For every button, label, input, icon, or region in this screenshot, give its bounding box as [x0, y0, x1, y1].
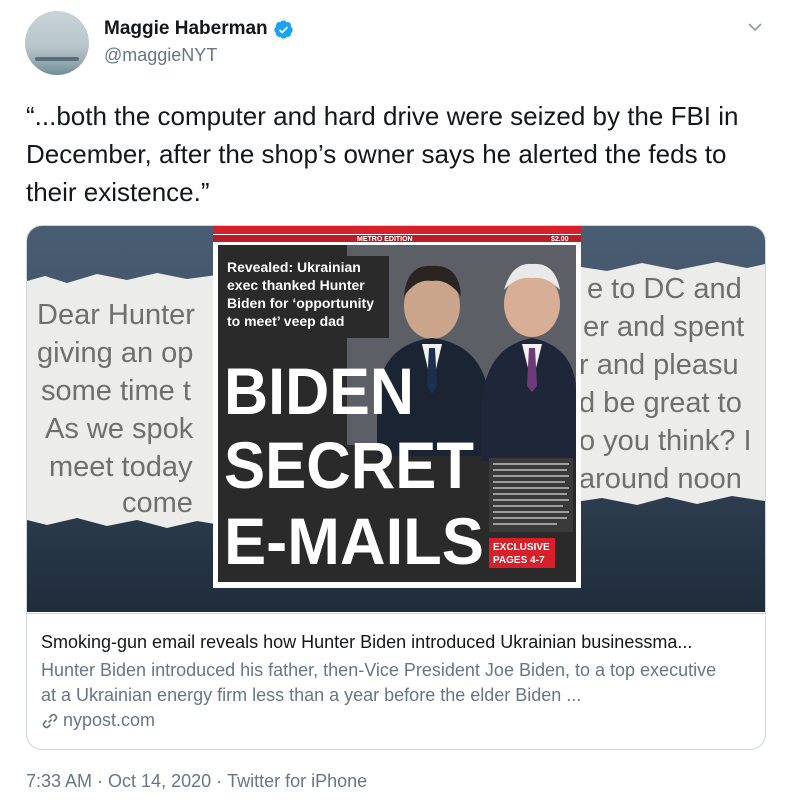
letter-right-line-5: o you think? I [579, 425, 752, 457]
letter-left-line-1: Dear Hunter [37, 299, 195, 331]
exclusive-label: EXCLUSIVE [493, 542, 550, 553]
meta-separator: · [97, 771, 104, 791]
cover-kicker-line-4: to meet’ veep dad [227, 313, 344, 329]
cover-headline-line-2: SECRET [224, 428, 474, 502]
card-image[interactable]: Dear Hunter giving an op some time t As … [27, 226, 765, 612]
card-description: Hunter Biden introduced his father, then… [41, 660, 717, 705]
author-name-row[interactable]: Maggie Haberman [104, 18, 294, 40]
tweet-text: “...both the computer and hard drive wer… [26, 101, 739, 207]
cover-kicker-line-3: Biden for ‘opportunity [227, 295, 374, 311]
letter-right-line-6: around noon [579, 463, 742, 495]
masthead-price: $2.00 [551, 236, 569, 243]
meta-separator: · [216, 771, 223, 791]
masthead-edition: METRO EDITION [357, 236, 413, 243]
link-preview-card[interactable]: Dear Hunter giving an op some time t As … [26, 225, 766, 750]
pages-label: PAGES 4-7 [493, 555, 545, 566]
tweet-time[interactable]: 7:33 AM [26, 771, 92, 791]
letter-left-line-5: meet today [49, 451, 193, 483]
tweet-source[interactable]: Twitter for iPhone [227, 771, 367, 791]
newspaper-cover-image: Dear Hunter giving an op some time t As … [27, 226, 765, 588]
letter-right-line-3: r and pleasu [579, 349, 739, 381]
card-domain-link[interactable]: nypost.com [41, 710, 751, 731]
letter-right-line-4: d be great to [579, 387, 742, 419]
cover-kicker-line-1: Revealed: Ukrainian [227, 259, 361, 275]
author-handle[interactable]: @maggieNYT [104, 45, 217, 66]
chevron-down-icon[interactable] [746, 18, 764, 36]
cover-kicker-line-2: exec thanked Hunter [227, 277, 365, 293]
letter-left-line-3: some time t [41, 375, 191, 407]
card-title[interactable]: Smoking-gun email reveals how Hunter Bid… [41, 630, 751, 654]
letter-right-line-2: er and spent [583, 311, 744, 343]
cover-headline-line-3: E-MAILS [224, 504, 484, 578]
author-name[interactable]: Maggie Haberman [104, 18, 268, 40]
letter-left-line-2: giving an op [37, 337, 193, 369]
letter-left-line-6: come [122, 487, 193, 519]
verified-badge-icon [273, 19, 293, 39]
author-avatar[interactable] [25, 11, 89, 75]
letter-left-line-4: As we spok [45, 413, 194, 445]
letter-right-line-1: e to DC and [587, 273, 742, 305]
card-body[interactable]: Smoking-gun email reveals how Hunter Bid… [27, 613, 765, 749]
card-domain[interactable]: nypost.com [63, 710, 155, 731]
cover-headline-line-1: BIDEN [224, 354, 414, 428]
tweet-date[interactable]: Oct 14, 2020 [108, 771, 211, 791]
tweet-meta: 7:33 AM · Oct 14, 2020 · Twitter for iPhone [26, 771, 372, 792]
link-icon [42, 713, 58, 728]
